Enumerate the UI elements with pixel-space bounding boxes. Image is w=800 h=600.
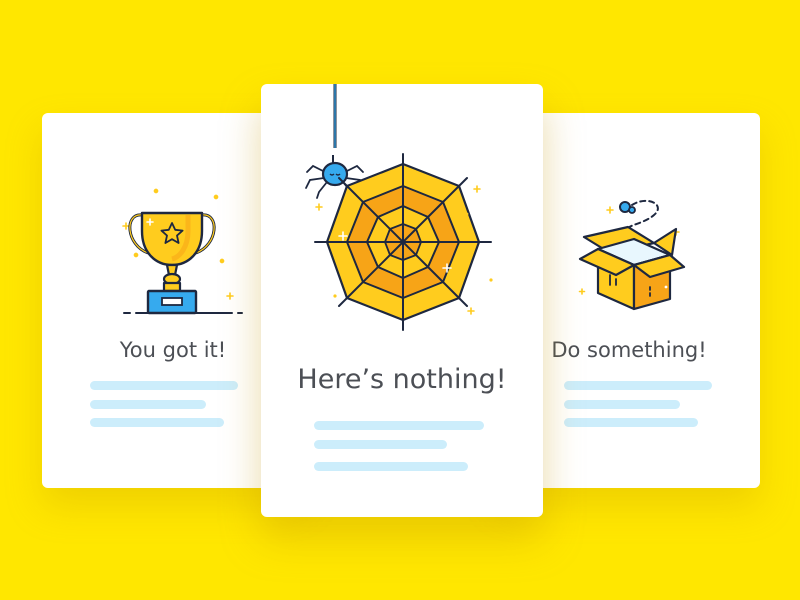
placeholder-line	[314, 421, 484, 430]
trophy-icon	[122, 188, 243, 315]
placeholder-line	[564, 418, 698, 427]
open-box-icon	[578, 199, 686, 311]
placeholder-line	[90, 381, 238, 390]
placeholder-line	[90, 400, 206, 409]
spider-web-icon	[305, 84, 493, 331]
placeholder-line	[90, 418, 224, 427]
placeholder-line	[564, 381, 712, 390]
card-caption: Here’s nothing!	[297, 364, 507, 395]
placeholder-line	[564, 400, 680, 409]
placeholder-line	[314, 462, 468, 471]
yellow-backdrop: You got it! Do something! Here’s nothing…	[0, 0, 800, 600]
card-heres-nothing[interactable]: Here’s nothing!	[261, 84, 543, 517]
placeholder-line	[314, 440, 447, 449]
